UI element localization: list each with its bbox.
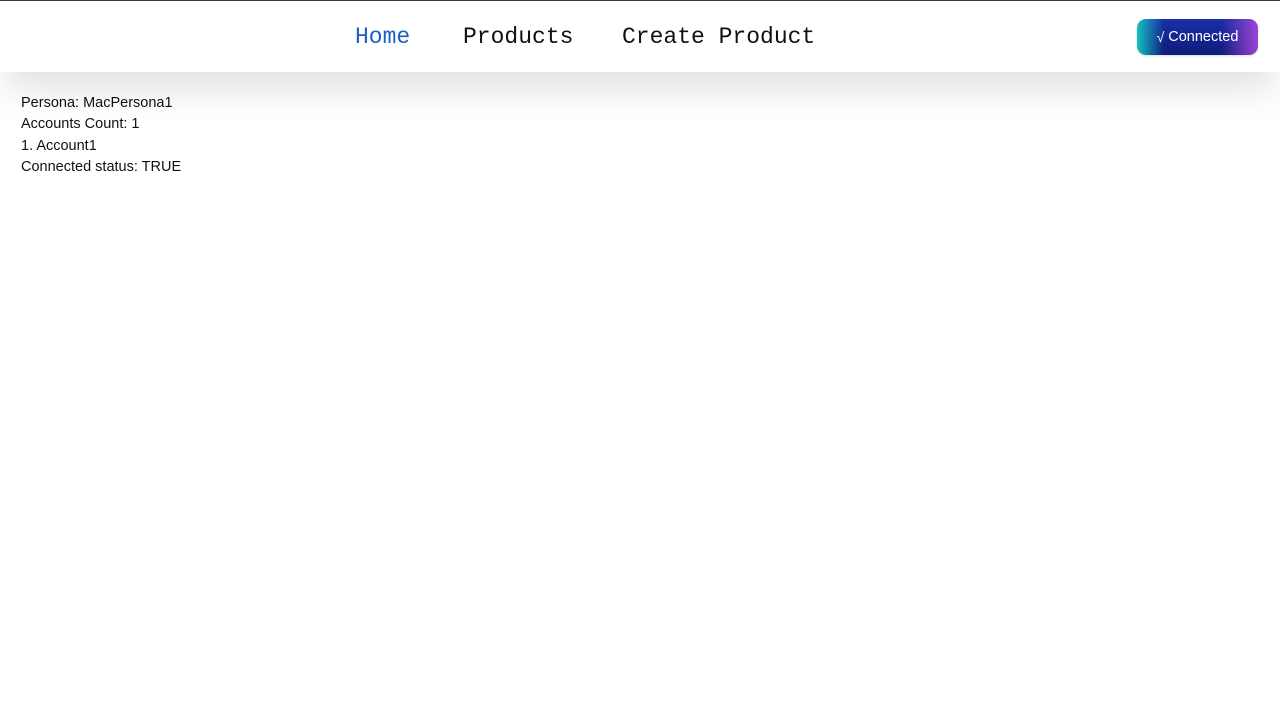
nav-link-create-product[interactable]: Create Product xyxy=(622,23,815,51)
wallet-connected-button[interactable]: √ Connected xyxy=(1137,19,1258,55)
accounts-count-text: Accounts Count: 1 xyxy=(21,116,140,133)
account-info: Persona: MacPersona1 Accounts Count: 1 1… xyxy=(21,93,181,178)
persona-text: Persona: MacPersona1 xyxy=(21,95,173,111)
check-icon: √ xyxy=(1156,28,1165,45)
nav-links: Home Products Create Product xyxy=(0,1,1280,72)
nav-link-products[interactable]: Products xyxy=(463,23,573,51)
wallet-button-label: Connected xyxy=(1168,29,1239,45)
connected-status-text: Connected status: TRUE xyxy=(21,158,182,175)
nav-link-home[interactable]: Home xyxy=(355,23,410,51)
account-list-item: 1. Account1 xyxy=(21,137,97,154)
page: Home Products Create Product √ Connected… xyxy=(0,0,1280,702)
navbar: Home Products Create Product √ Connected xyxy=(0,1,1280,72)
